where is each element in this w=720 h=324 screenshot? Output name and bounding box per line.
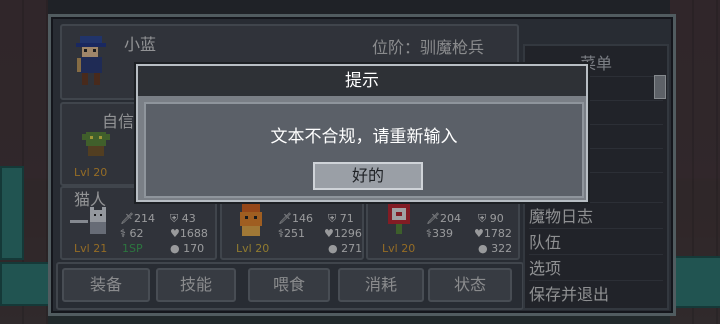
alert-dialog: 提示 文本不合规，请重新输入 好的: [136, 64, 588, 202]
dialog-title: 提示: [138, 66, 586, 96]
ok-button[interactable]: 好的: [313, 162, 423, 190]
dialog-message: 文本不合规，请重新输入: [270, 127, 458, 147]
dialog-body: 文本不合规，请重新输入 好的: [144, 102, 584, 198]
